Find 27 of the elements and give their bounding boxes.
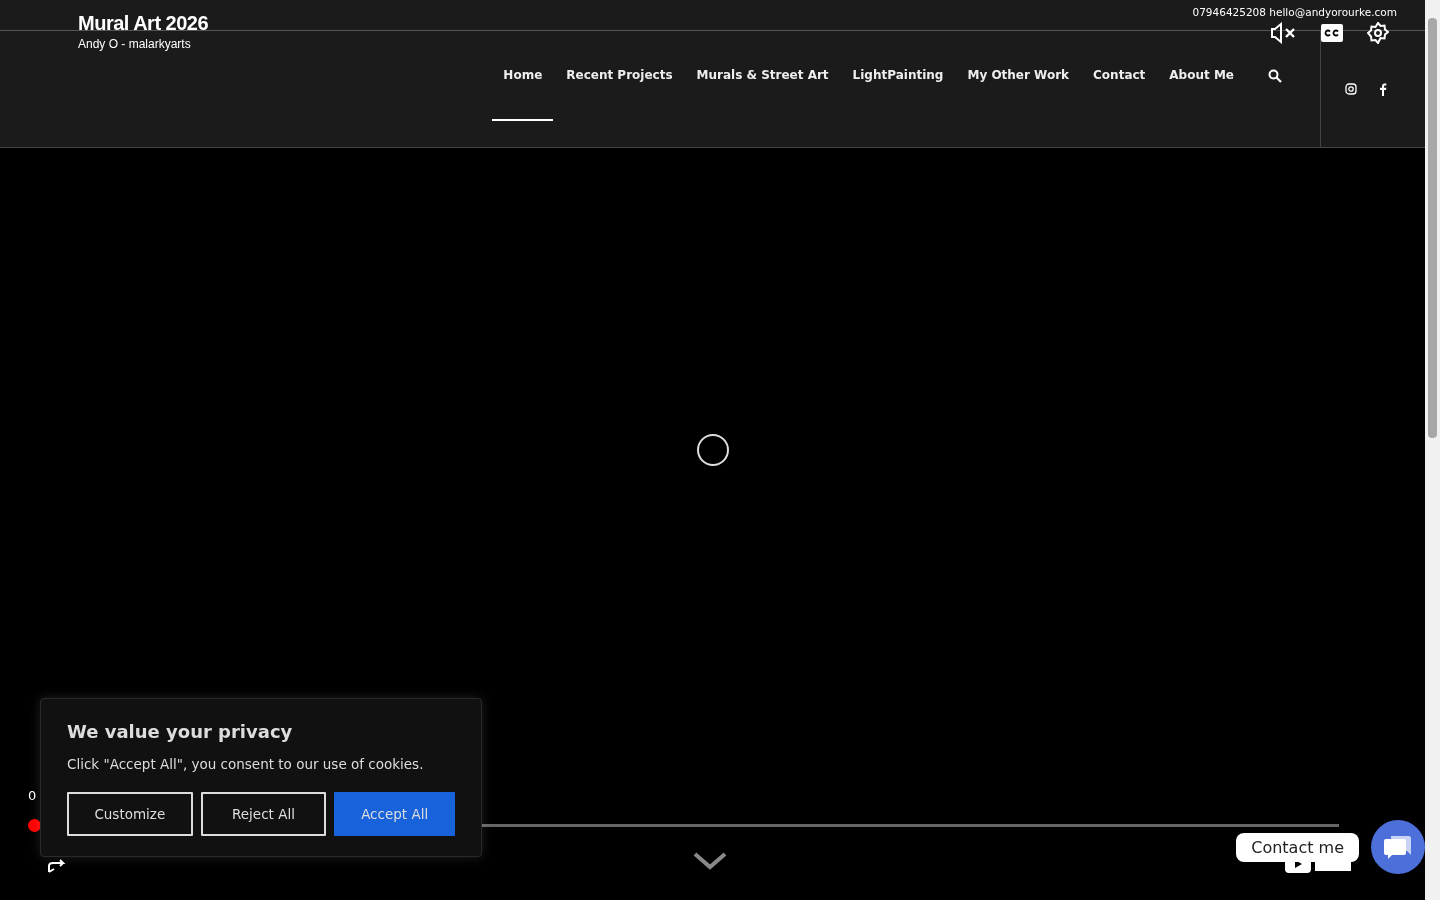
site-title[interactable]: Mural Art 2026	[78, 12, 492, 35]
cookie-title: We value your privacy	[67, 721, 294, 742]
search-icon[interactable]	[1268, 69, 1282, 83]
chevron-down-icon[interactable]	[693, 852, 727, 870]
video-time: 0	[28, 788, 37, 803]
cookie-button[interactable]: Reject All	[200, 792, 327, 836]
nav-link[interactable]: Contact	[1082, 31, 1157, 121]
nav-link[interactable]: Home	[492, 31, 554, 121]
facebook-icon[interactable]	[1379, 82, 1387, 96]
captions-icon[interactable]	[1321, 24, 1343, 42]
chat-tooltip[interactable]: Contact me	[1236, 832, 1359, 862]
scrollbar[interactable]	[1425, 0, 1440, 900]
settings-icon[interactable]	[1367, 22, 1389, 44]
nav-link[interactable]: My Other Work	[956, 31, 1081, 121]
site-tagline: Andy O - malarkyarts	[78, 37, 192, 51]
nav-link[interactable]: Recent Projects	[555, 31, 684, 121]
nav-link[interactable]: About Me	[1158, 31, 1245, 121]
accept-button[interactable]: Accept All	[334, 792, 455, 836]
contact-info: 07946425208 hello@andyorourke.com	[1192, 6, 1397, 18]
mute-icon[interactable]	[1271, 22, 1297, 44]
nav-link[interactable]: LightPainting	[841, 31, 955, 121]
cookie-text: Click "Accept All", you consent to our use of cookies.	[67, 756, 425, 772]
chat-icon	[1383, 833, 1413, 861]
loading-spinner-icon	[696, 433, 730, 467]
nav-link[interactable]: Murals & Street Art	[685, 31, 840, 121]
instagram-icon[interactable]	[1345, 83, 1357, 95]
cookie-button[interactable]: Customize	[67, 792, 193, 836]
